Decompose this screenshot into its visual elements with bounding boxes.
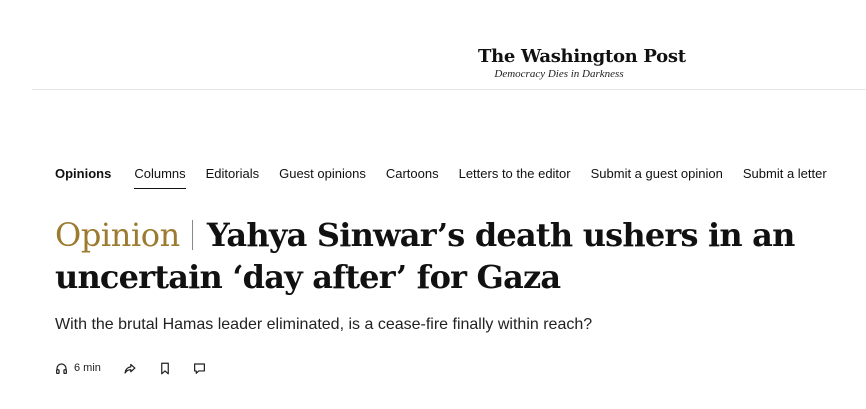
headphones-icon <box>55 362 68 375</box>
comment-icon <box>193 362 206 375</box>
masthead-divider <box>32 89 866 90</box>
article-subhead: With the brutal Hamas leader eliminated,… <box>55 316 593 333</box>
subnav-item-submit-guest-opinion[interactable]: Submit a guest opinion <box>591 160 723 188</box>
subnav-item-cartoons[interactable]: Cartoons <box>386 160 439 188</box>
logo-wordmark: The Washington Post <box>478 46 686 67</box>
subnav-item-submit-letter[interactable]: Submit a letter <box>743 160 827 188</box>
comments-button[interactable] <box>193 362 206 375</box>
article-headline: Opinion Yahya Sinwar’s death ushers in an… <box>55 214 845 298</box>
subnav-item-letters-to-the-editor[interactable]: Letters to the editor <box>459 160 571 188</box>
share-icon <box>123 362 137 375</box>
bookmark-icon <box>159 362 171 375</box>
opinion-kicker[interactable]: Opinion <box>55 216 180 254</box>
subnav-item-columns[interactable]: Columns <box>134 160 186 189</box>
logo-tagline: Democracy Dies in Darkness <box>494 68 624 80</box>
washington-post-logo[interactable]: The Washington Post Democracy Dies in Da… <box>478 46 686 81</box>
opinions-subnav: Opinions Columns Editorials Guest opinio… <box>55 160 827 190</box>
subnav-item-editorials[interactable]: Editorials <box>206 160 259 188</box>
save-button[interactable] <box>159 362 171 375</box>
share-button[interactable] <box>123 362 137 375</box>
listen-duration: 6 min <box>74 362 101 374</box>
subnav-item-opinions[interactable]: Opinions <box>55 160 111 188</box>
kicker-divider <box>191 220 193 250</box>
article-toolbar: 6 min <box>55 358 228 378</box>
listen-button[interactable]: 6 min <box>55 362 101 375</box>
masthead: The Washington Post Democracy Dies in Da… <box>0 0 866 90</box>
subnav-item-guest-opinions[interactable]: Guest opinions <box>279 160 366 188</box>
